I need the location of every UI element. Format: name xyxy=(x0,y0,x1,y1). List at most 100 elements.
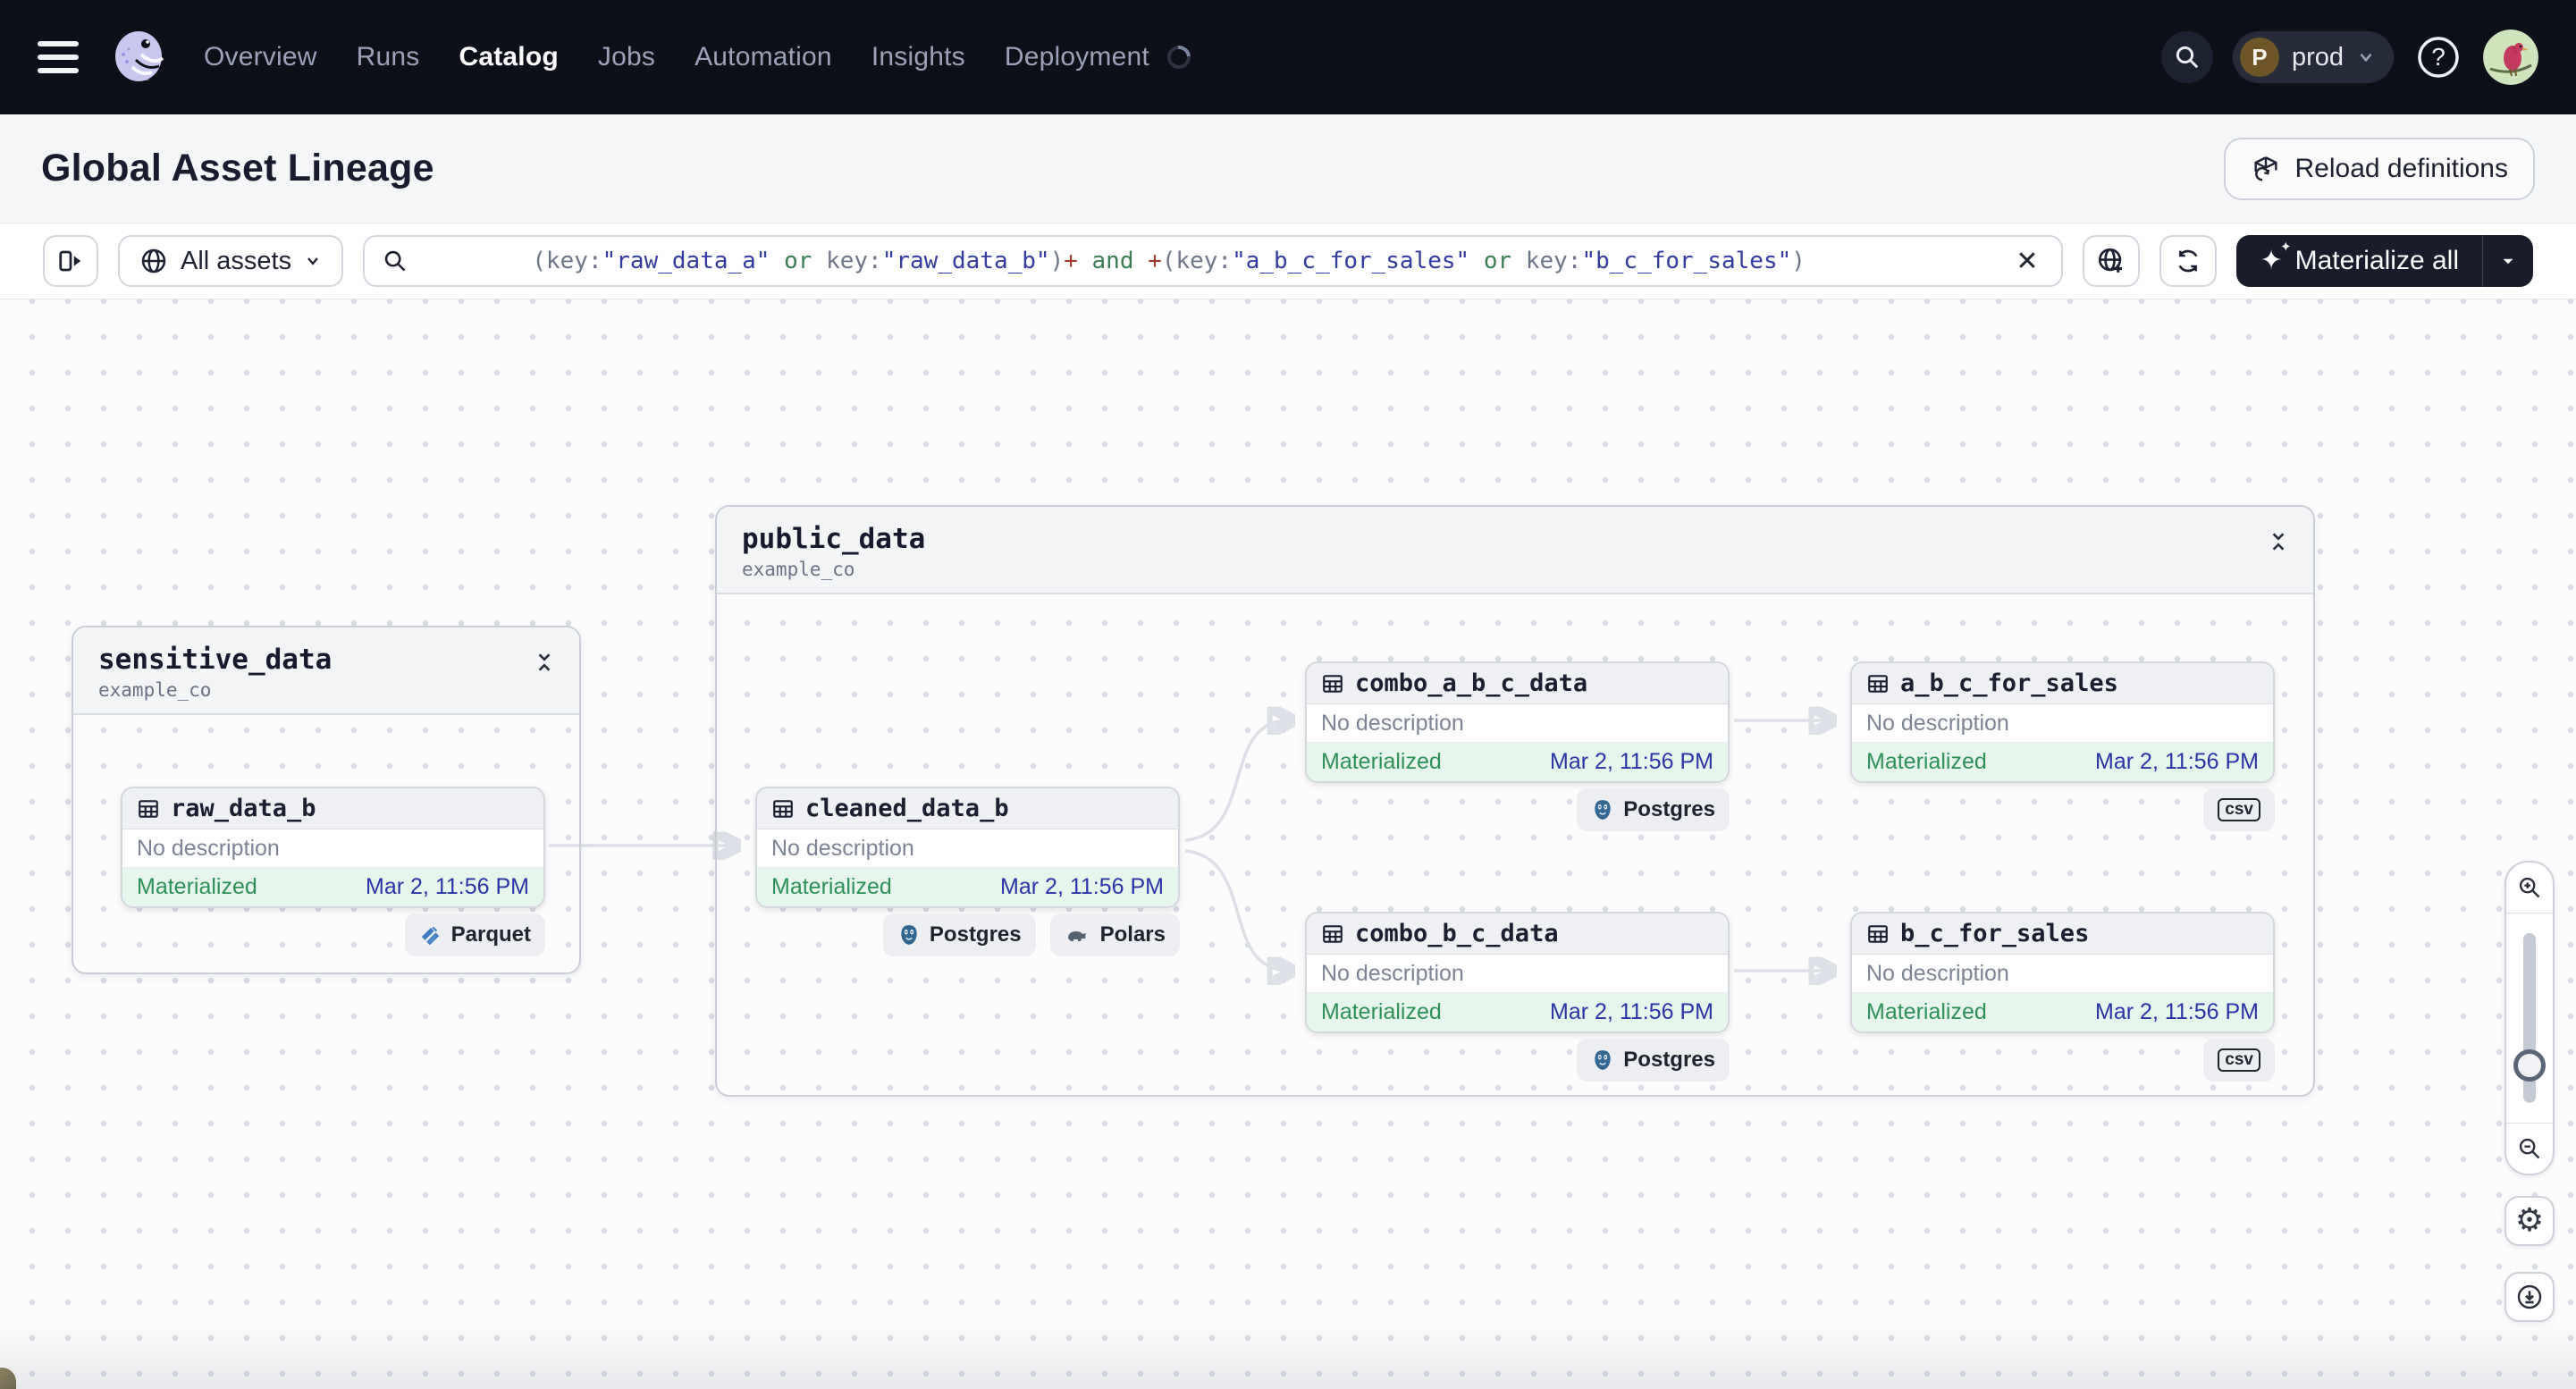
asset-status: Materialized xyxy=(771,874,892,899)
asset-name: combo_a_b_c_data xyxy=(1355,669,1588,697)
table-icon xyxy=(139,799,158,818)
globe-add-icon xyxy=(2099,248,2123,273)
open-panel-button[interactable] xyxy=(43,235,98,287)
zoom-controls xyxy=(2504,861,2555,1175)
query-token: ) xyxy=(1791,248,1806,274)
asset-node-combo-a-b-c-data[interactable]: combo_a_b_c_data No description Material… xyxy=(1305,661,1730,783)
materialize-all-button[interactable]: ✦ ✦ Materialize all xyxy=(2236,235,2482,287)
group-location: example_co xyxy=(742,559,855,580)
collapse-group-icon[interactable] xyxy=(2269,530,2288,553)
help-button[interactable]: ? xyxy=(2413,32,2463,82)
query-token: key: xyxy=(1525,248,1582,274)
asset-node-a-b-c-for-sales[interactable]: a_b_c_for_sales No description Materiali… xyxy=(1850,661,2275,783)
asset-status: Materialized xyxy=(1866,999,1987,1024)
graph-settings-button[interactable]: ⚙ xyxy=(2504,1196,2555,1246)
zoom-out-button[interactable] xyxy=(2506,1124,2553,1174)
group-header[interactable]: public_data example_co xyxy=(717,507,2313,594)
asset-status: Materialized xyxy=(1321,999,1442,1024)
asset-name: raw_data_b xyxy=(171,795,316,822)
asset-timestamp[interactable]: Mar 2, 11:56 PM xyxy=(2095,999,2259,1025)
asset-description: No description xyxy=(122,829,543,868)
asset-search-input[interactable]: (key:"raw_data_a" or key:"raw_data_b")+ … xyxy=(363,235,2064,287)
kind-tag-postgres: Postgres xyxy=(1577,1039,1730,1082)
deployment-switcher[interactable]: P prod xyxy=(2232,31,2394,83)
asset-node-cleaned-data-b[interactable]: cleaned_data_b No description Materializ… xyxy=(755,787,1180,908)
query-token: and xyxy=(1077,248,1149,274)
postgres-icon xyxy=(901,925,917,945)
kind-tag-csv: csv xyxy=(2203,788,2275,831)
nav-catalog[interactable]: Catalog xyxy=(459,42,558,72)
query-token: ) xyxy=(1049,248,1065,274)
asset-kind-tags: csv xyxy=(1850,1039,2275,1082)
chevron-down-icon xyxy=(307,257,318,265)
nav-deployment[interactable]: Deployment xyxy=(1005,42,1149,72)
zoom-slider xyxy=(2506,913,2553,1124)
postgres-icon xyxy=(1595,800,1611,820)
asset-node-combo-b-c-data[interactable]: combo_b_c_data No description Materializ… xyxy=(1305,912,1730,1033)
asset-description: No description xyxy=(1852,704,2273,743)
expand-panel-icon xyxy=(59,250,81,272)
group-name: sensitive_data xyxy=(98,644,333,676)
nav-automation[interactable]: Automation xyxy=(695,42,832,72)
table-icon xyxy=(1868,674,1888,693)
user-avatar[interactable] xyxy=(2483,29,2538,85)
nav-overview[interactable]: Overview xyxy=(204,42,317,72)
zoom-in-button[interactable] xyxy=(2506,863,2553,913)
asset-node-b-c-for-sales[interactable]: b_c_for_sales No description Materialize… xyxy=(1850,912,2275,1033)
svg-text:?: ? xyxy=(2431,43,2446,71)
asset-timestamp[interactable]: Mar 2, 11:56 PM xyxy=(1000,874,1164,900)
nav-runs[interactable]: Runs xyxy=(357,42,420,72)
asset-name: a_b_c_for_sales xyxy=(1900,669,2118,697)
chevron-down-icon xyxy=(2360,53,2372,63)
group-header[interactable]: sensitive_data example_co xyxy=(73,627,579,715)
top-nav: Overview Runs Catalog Jobs Automation In… xyxy=(0,0,2576,114)
asset-timestamp[interactable]: Mar 2, 11:56 PM xyxy=(366,874,529,900)
search-button[interactable] xyxy=(2160,31,2213,83)
asset-timestamp[interactable]: Mar 2, 11:56 PM xyxy=(1550,749,1713,775)
query-token: (key: xyxy=(532,248,602,274)
collapse-group-icon[interactable] xyxy=(535,651,554,674)
dagster-logo-icon[interactable] xyxy=(109,28,168,87)
refresh-icon xyxy=(2178,249,2198,273)
zoom-out-icon xyxy=(2519,1138,2540,1159)
query-token: or xyxy=(1469,248,1526,274)
asset-timestamp[interactable]: Mar 2, 11:56 PM xyxy=(1550,999,1713,1025)
view-as-selection-button[interactable] xyxy=(2083,235,2141,287)
download-graph-button[interactable] xyxy=(2504,1272,2555,1322)
polars-icon xyxy=(1067,931,1086,941)
refresh-button[interactable] xyxy=(2159,235,2218,287)
kind-tag-label: Parquet xyxy=(450,922,531,947)
kind-tag-polars: Polars xyxy=(1049,913,1180,956)
asset-timestamp[interactable]: Mar 2, 11:56 PM xyxy=(2095,749,2259,775)
postgres-icon xyxy=(1595,1050,1611,1070)
table-icon xyxy=(773,799,793,818)
kind-tag-label: Postgres xyxy=(1623,1048,1715,1072)
clear-search-button[interactable]: ✕ xyxy=(2010,246,2043,277)
asset-scope-dropdown[interactable]: All assets xyxy=(118,235,344,287)
table-icon xyxy=(1323,924,1343,943)
reload-definitions-button[interactable]: Reload definitions xyxy=(2223,137,2535,200)
lineage-canvas[interactable]: sensitive_data example_co public_data ex… xyxy=(0,299,2576,1389)
materialize-options-button[interactable] xyxy=(2483,235,2533,287)
nav-insights[interactable]: Insights xyxy=(871,42,965,72)
asset-name: combo_b_c_data xyxy=(1355,920,1559,947)
materialize-all-split-button: ✦ ✦ Materialize all xyxy=(2236,235,2533,287)
nav-jobs[interactable]: Jobs xyxy=(598,42,655,72)
asset-selection-query[interactable]: (key:"raw_data_a" or key:"raw_data_b")+ … xyxy=(420,221,1998,301)
asset-node-raw-data-b[interactable]: raw_data_b No description Materialized Ma… xyxy=(121,787,545,908)
group-name: public_data xyxy=(742,523,926,555)
kind-tag-parquet: Parquet xyxy=(404,913,545,956)
asset-kind-tags: Postgres Polars xyxy=(755,913,1180,956)
kind-tag-postgres: Postgres xyxy=(1577,788,1730,831)
sparkles-icon: ✦ ✦ xyxy=(2260,239,2292,276)
asset-name: b_c_for_sales xyxy=(1900,920,2090,947)
query-token: + xyxy=(1148,248,1162,274)
zoom-slider-knob[interactable] xyxy=(2513,1049,2546,1082)
primary-nav: Overview Runs Catalog Jobs Automation In… xyxy=(204,42,1149,72)
page-title: Global Asset Lineage xyxy=(41,147,434,189)
menu-icon[interactable] xyxy=(38,41,79,73)
asset-description: No description xyxy=(757,829,1178,868)
asset-description: No description xyxy=(1852,955,2273,993)
kind-tag-label: Postgres xyxy=(1623,797,1715,821)
deployment-name: prod xyxy=(2291,42,2344,72)
